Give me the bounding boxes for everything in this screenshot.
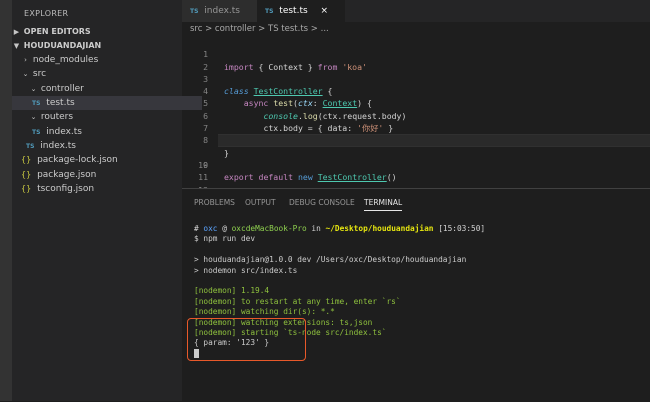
tree-item-label: index.ts	[40, 141, 76, 151]
typescript-file-icon: TS	[26, 143, 35, 150]
tree-item-index-ts[interactable]: TS index.ts	[12, 139, 196, 153]
chevron-right-icon: ›	[24, 56, 27, 64]
code-line-current: 9	[182, 134, 650, 170]
chevron-down-icon: ▼	[13, 42, 20, 50]
code-line: 10 export default new TestController()	[182, 147, 650, 182]
terminal-line: $ npm run dev	[194, 234, 256, 244]
tree-item-src[interactable]: ⌄ src	[12, 67, 191, 81]
json-file-icon: {}	[21, 184, 32, 193]
terminal-line: > houduandajian@1.0.0 dev /Users/oxc/Des…	[194, 255, 467, 265]
annotation-highlight-box	[187, 318, 306, 361]
terminal-line: [nodemon] watching dir(s): *.*	[194, 307, 335, 317]
tab-label: test.ts	[279, 6, 308, 16]
open-editors-section[interactable]: ▶ OPEN EDITORS	[12, 25, 182, 39]
tree-item-routers[interactable]: ⌄ routers	[12, 110, 199, 124]
code-line: 4 async test(ctx: Context) {	[182, 73, 650, 108]
editor-tab-bar: TS index.ts TS test.ts ×	[182, 0, 650, 22]
code-line: 8 }	[182, 122, 650, 157]
tree-item-test-ts[interactable]: TS test.ts	[12, 96, 202, 110]
code-line: 7 }	[182, 110, 650, 145]
project-folder[interactable]: ▼ HOUDUANDAJIAN	[12, 39, 182, 53]
typescript-file-icon: TS	[265, 8, 274, 15]
terminal-line: [nodemon] 1.19.4	[194, 286, 270, 296]
terminal-token: [15:03:50]	[438, 224, 486, 233]
terminal-line: > nodemon src/index.ts	[194, 265, 298, 275]
tab-terminal[interactable]: TERMINAL	[364, 198, 403, 211]
tab-output[interactable]: OUTPUT	[245, 198, 276, 207]
tree-item-label: controller	[40, 84, 84, 94]
project-folder-label: HOUDUANDAJIAN	[23, 41, 102, 50]
chevron-down-icon: ⌄	[30, 113, 37, 121]
tree-item-controller[interactable]: ⌄ controller	[12, 82, 199, 96]
terminal-line: # oxc @ oxcdeMacBook-Pro in ~/Desktop/ho…	[194, 224, 485, 234]
tree-item-label: test.ts	[46, 98, 75, 108]
tab-test-ts[interactable]: TS test.ts ×	[257, 0, 345, 22]
typescript-file-icon: TS	[32, 129, 41, 136]
typescript-file-icon: TS	[190, 8, 199, 15]
tab-problems[interactable]: PROBLEMS	[194, 198, 235, 207]
code-line: 3 class TestController {	[182, 61, 650, 96]
code-line: 2	[182, 48, 650, 72]
code-editor[interactable]: 1 import { Context } from 'koa' 2 3 clas…	[182, 36, 650, 195]
tree-item-label: tsconfig.json	[37, 184, 95, 194]
chevron-down-icon: ⌄	[30, 85, 37, 93]
chevron-down-icon: ⌄	[22, 70, 29, 78]
explorer-sidebar: EXPLORER ▶ OPEN EDITORS ▼ HOUDUANDAJIAN …	[12, 0, 202, 401]
code-line: 1 import { Context } from 'koa'	[182, 36, 650, 71]
tree-item-package-json[interactable]: {} package.json	[12, 168, 191, 182]
tree-item-label: src	[32, 69, 47, 79]
terminal-token: oxc	[203, 224, 218, 233]
json-file-icon: {}	[21, 155, 32, 164]
tree-item-routers-index-ts[interactable]: TS index.ts	[12, 125, 202, 139]
terminal-token: in	[311, 224, 321, 233]
tree-item-node-modules[interactable]: › node_modules	[12, 53, 191, 67]
tab-debug-console[interactable]: DEBUG CONSOLE	[289, 198, 355, 207]
code-line: 5 console.log(ctx.request.body)	[182, 85, 650, 120]
tab-index-ts[interactable]: TS index.ts	[182, 0, 265, 22]
open-editors-label: OPEN EDITORS	[23, 27, 91, 36]
json-file-icon: {}	[21, 170, 32, 179]
terminal-token: #	[194, 224, 199, 233]
tab-label: index.ts	[204, 6, 240, 16]
terminal-token: oxcdeMacBook-Pro	[231, 224, 307, 233]
tree-item-label: package-lock.json	[37, 155, 118, 165]
current-line-highlight	[218, 134, 650, 147]
code-line: 6 ctx.body = { data: '你好' }	[182, 97, 650, 133]
activity-bar	[0, 0, 12, 401]
tree-item-package-lock-json[interactable]: {} package-lock.json	[12, 153, 191, 167]
code-line: 12	[182, 171, 650, 195]
terminal-token: ~/Desktop/houduandajian	[325, 224, 434, 233]
tree-item-label: routers	[40, 112, 74, 122]
tree-item-tsconfig-json[interactable]: {} tsconfig.json	[12, 182, 191, 196]
chevron-right-icon: ▶	[13, 28, 20, 36]
code-line: 11	[182, 159, 650, 182]
typescript-file-icon: TS	[32, 100, 41, 107]
tree-item-label: index.ts	[46, 127, 82, 137]
explorer-title: EXPLORER	[24, 9, 69, 18]
terminal-token: @	[222, 224, 227, 233]
bottom-panel: PROBLEMS OUTPUT DEBUG CONSOLE TERMINAL #…	[182, 188, 650, 402]
breadcrumb[interactable]: src > controller > TS test.ts > ...	[190, 24, 329, 34]
tree-item-label: package.json	[37, 170, 97, 180]
tree-item-label: node_modules	[32, 55, 99, 65]
close-icon[interactable]: ×	[321, 6, 329, 16]
terminal-line: [nodemon] to restart at any time, enter …	[194, 296, 401, 306]
